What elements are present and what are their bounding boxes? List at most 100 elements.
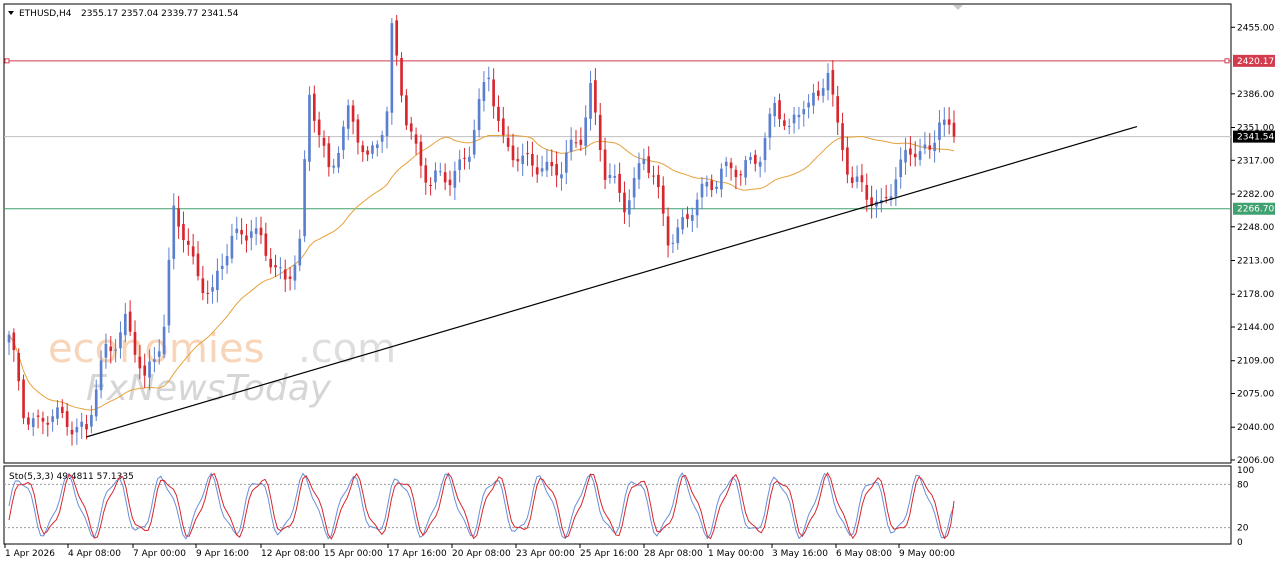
candle-body xyxy=(555,163,558,176)
candle-body xyxy=(947,119,951,125)
candle-body xyxy=(375,144,379,148)
candle-body xyxy=(12,332,16,351)
candle-body xyxy=(836,96,840,123)
candle-body xyxy=(153,359,156,362)
candle-body xyxy=(172,205,176,259)
candle-body xyxy=(899,159,903,178)
candle-body xyxy=(598,114,602,150)
candle-body xyxy=(254,228,258,234)
candle-body xyxy=(710,180,714,190)
candle-body xyxy=(371,145,374,154)
candle-body xyxy=(283,269,287,280)
candle-body xyxy=(778,100,781,120)
candle-body xyxy=(753,154,757,164)
time-axis-label: 23 Apr 00:00 xyxy=(516,549,575,559)
symbol-label: ETHUSD,H4 xyxy=(19,9,72,19)
candle-body xyxy=(288,276,292,279)
candle-body xyxy=(104,343,108,358)
watermark-economies: economies xyxy=(48,326,264,372)
time-axis-label: 3 May 16:00 xyxy=(772,549,828,559)
candle-body xyxy=(720,168,723,190)
candle-body xyxy=(133,331,137,355)
candle-body xyxy=(797,114,801,118)
candle-body xyxy=(351,105,355,122)
candle-body xyxy=(603,149,607,180)
candle-body xyxy=(317,119,321,136)
candle-body xyxy=(928,145,932,150)
candle-body xyxy=(744,160,747,178)
candle-body xyxy=(385,111,389,136)
price-axis-label: 2266.70 xyxy=(1237,205,1274,215)
candle-body xyxy=(758,161,762,167)
candle-body xyxy=(749,156,752,160)
candle-body xyxy=(269,258,273,268)
candle-body xyxy=(860,175,864,183)
candle-body xyxy=(245,235,248,241)
price-axis-label: 2317.00 xyxy=(1237,156,1274,166)
candle-body xyxy=(123,313,127,336)
candle-body xyxy=(661,185,665,214)
candle-body xyxy=(952,122,956,137)
candle-body xyxy=(647,156,651,173)
time-axis-label: 6 May 08:00 xyxy=(836,549,892,559)
time-axis-label: 28 Apr 08:00 xyxy=(644,549,703,559)
candle-body xyxy=(298,238,302,266)
candle-body xyxy=(729,162,733,169)
price-axis-label: 2040.00 xyxy=(1237,423,1274,433)
candle-body xyxy=(933,142,936,152)
candle-body xyxy=(686,214,689,219)
candle-body xyxy=(429,185,432,187)
candle-body xyxy=(531,153,534,166)
candle-body xyxy=(550,161,554,167)
candle-body xyxy=(414,134,418,144)
chart-header: ETHUSD,H4 2355.17 2357.04 2339.77 2341.5… xyxy=(8,9,239,19)
candle-body xyxy=(109,346,113,352)
candle-body xyxy=(419,141,423,166)
candle-body xyxy=(7,334,11,343)
candle-body xyxy=(715,186,718,189)
candle-body xyxy=(99,360,103,391)
candle-body xyxy=(773,103,777,117)
time-axis-label: 15 Apr 00:00 xyxy=(324,549,383,559)
candle-body xyxy=(75,427,79,433)
price-axis-label: 2420.17 xyxy=(1237,57,1274,67)
candle-body xyxy=(438,171,442,173)
candle-body xyxy=(642,158,646,165)
time-axis-label: 7 Apr 00:00 xyxy=(133,549,186,559)
watermark-fxnewstoday: FxNewsToday xyxy=(86,368,332,409)
candle-body xyxy=(468,156,471,162)
candle-body xyxy=(240,229,243,235)
candle-body xyxy=(521,155,525,165)
time-axis-label: 17 Apr 16:00 xyxy=(388,549,447,559)
resistance-line-handle-left[interactable] xyxy=(4,58,10,64)
candle-body xyxy=(274,265,277,268)
candle-body xyxy=(942,119,946,125)
candle-body xyxy=(65,411,69,427)
candle-body xyxy=(90,414,93,427)
resistance-line-handle-right[interactable] xyxy=(1224,58,1230,64)
candle-body xyxy=(802,109,806,115)
candle xyxy=(400,52,403,103)
price-axis-label: 2075.00 xyxy=(1237,390,1274,400)
candle-body xyxy=(695,199,699,216)
candle-body xyxy=(453,170,457,188)
price-axis-label: 2341.54 xyxy=(1237,133,1274,143)
candle-body xyxy=(143,365,147,376)
candle-body xyxy=(676,227,680,244)
candle-body xyxy=(865,184,869,200)
candle-body xyxy=(259,227,263,236)
candle-body xyxy=(119,332,122,349)
candle-body xyxy=(724,161,728,167)
candle-body xyxy=(497,106,500,121)
candle-body xyxy=(831,70,835,95)
candle-body xyxy=(424,165,428,183)
candle-body xyxy=(487,77,491,80)
price-axis-label: 2109.00 xyxy=(1237,357,1274,367)
time-axis-label: 9 Apr 16:00 xyxy=(196,549,249,559)
candle-body xyxy=(516,159,520,162)
candle-body xyxy=(846,147,849,175)
price-axis-label: 2144.00 xyxy=(1237,323,1274,333)
candle-body xyxy=(501,118,505,136)
candle-body xyxy=(783,120,786,126)
candle xyxy=(308,86,311,172)
